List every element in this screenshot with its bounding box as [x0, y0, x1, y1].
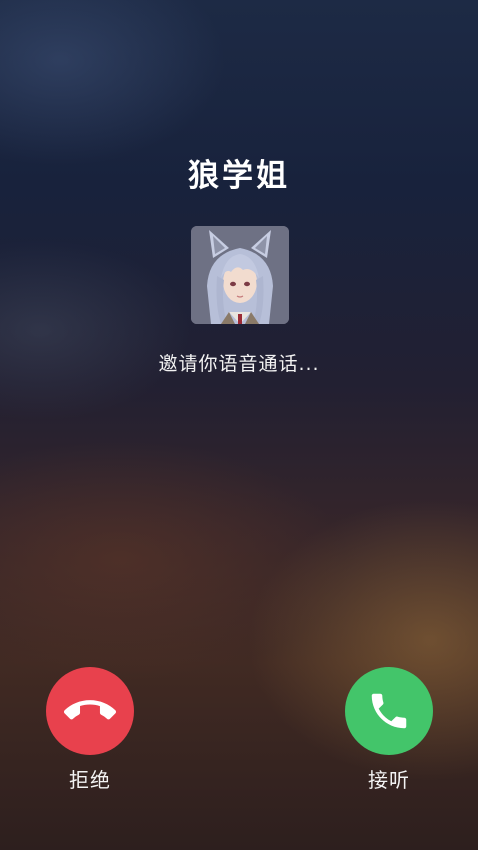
- phone-hangup-icon: [64, 700, 116, 720]
- caller-avatar: [191, 226, 289, 324]
- decline-call-button[interactable]: [46, 667, 134, 755]
- accept-call-button[interactable]: [345, 667, 433, 755]
- accept-label: 接听: [368, 768, 410, 792]
- avatar-image: [191, 226, 289, 324]
- decline-label: 拒绝: [69, 768, 111, 792]
- call-status-text: 邀请你语音通话...: [158, 353, 320, 375]
- phone-answer-icon: [371, 693, 407, 729]
- caller-name: 狼学姐: [188, 158, 290, 194]
